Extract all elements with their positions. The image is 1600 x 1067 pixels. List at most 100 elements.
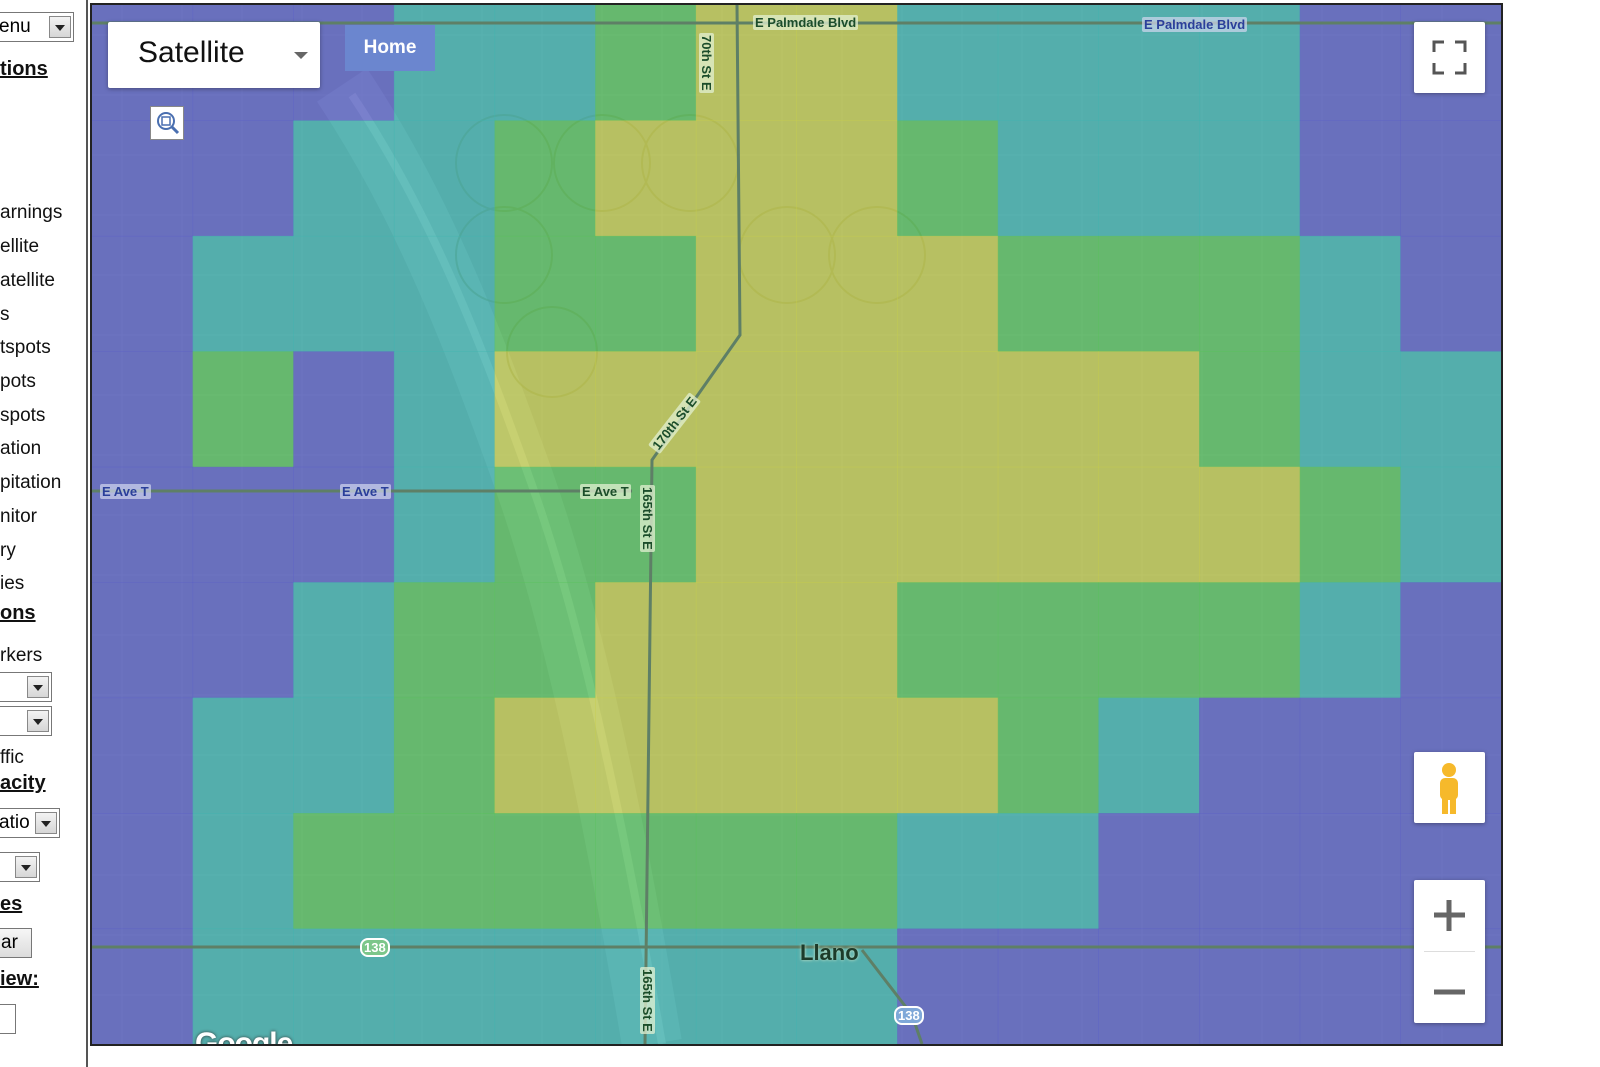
heatmap-cell (1199, 351, 1301, 468)
zoom-out-button[interactable] (1414, 952, 1485, 1023)
heatmap-cell (92, 697, 194, 814)
heatmap-cell (192, 351, 294, 468)
heatmap-cell (1098, 120, 1200, 237)
heatmap-cell (595, 235, 697, 352)
layer-item[interactable]: spots (0, 405, 45, 427)
map-canvas[interactable]: E Palmdale Blvd E Palmdale Blvd E Ave T … (90, 3, 1503, 1046)
heatmap-cell (1199, 697, 1301, 814)
highway-shield-138: 138 (894, 1006, 924, 1025)
google-logo: Google (195, 1027, 293, 1046)
opacity-select[interactable]: atio (0, 808, 60, 838)
layer-item[interactable]: pots (0, 371, 36, 393)
road-label-170th: 70th St E (699, 33, 714, 93)
home-button[interactable]: Home (345, 25, 435, 71)
road-label-165th: 165th St E (640, 967, 655, 1034)
heatmap-cell (1199, 466, 1301, 583)
heatmap-cell (293, 351, 395, 468)
heatmap-cell (1299, 235, 1401, 352)
layer-item[interactable]: pitation (0, 472, 61, 494)
heatmap-cell (595, 120, 697, 237)
heatmap-layer (92, 5, 1501, 1044)
heatmap-cell (1199, 813, 1301, 930)
heatmap-cell (393, 813, 496, 930)
secondary-select[interactable] (0, 852, 40, 882)
heatmap-cell (997, 697, 1099, 814)
heatmap-cell (293, 697, 395, 814)
map-type-dropdown[interactable]: Satellite (108, 22, 320, 88)
heatmap-cell (1098, 351, 1200, 468)
layer-item[interactable]: ies (0, 573, 24, 595)
layer-item[interactable]: nitor (0, 506, 37, 528)
heatmap-cell (997, 466, 1099, 583)
heatmap-cell (293, 813, 395, 930)
heatmap-cell (1299, 351, 1401, 468)
heatmap-cell (695, 813, 797, 930)
heatmap-cell (393, 697, 496, 814)
heatmap-cell (393, 235, 496, 352)
heatmap-cell (796, 235, 898, 352)
heatmap-cell (595, 697, 697, 814)
heatmap-cell (897, 582, 999, 699)
heatmap-cell (1299, 697, 1401, 814)
heatmap-cell (494, 813, 596, 930)
heatmap-cell (192, 466, 294, 583)
heatmap-cell (293, 235, 395, 352)
opacity-heading: acity (0, 772, 46, 794)
heatmap-cell (695, 466, 797, 583)
road-label-165th: 165th St E (640, 485, 655, 552)
heatmap-cell (494, 697, 596, 814)
heatmap-cell (897, 120, 999, 237)
heatmap-cell (393, 351, 496, 468)
page-margin (1503, 0, 1600, 1067)
zoom-box-button[interactable] (150, 106, 184, 140)
road-label-ave-t: E Ave T (580, 484, 631, 499)
overlay-select-a[interactable] (0, 672, 52, 702)
heatmap-cell (1400, 466, 1501, 583)
road-label-palmdale: E Palmdale Blvd (753, 15, 859, 30)
caret-down-icon (294, 52, 308, 59)
heatmap-cell (1199, 582, 1301, 699)
heatmap-cell (192, 697, 294, 814)
layer-item[interactable]: atellite (0, 270, 55, 292)
heatmap-cell (695, 120, 797, 237)
layer-item[interactable]: ry (0, 540, 16, 562)
heatmap-cell (92, 582, 194, 699)
sidebar-panel: enu tions arnings ellite atellite s tspo… (0, 0, 88, 1067)
chevron-down-icon (35, 812, 57, 834)
layer-item[interactable]: arnings (0, 202, 62, 224)
heatmap-cell (595, 582, 697, 699)
heatmap-cell (293, 582, 395, 699)
fullscreen-button[interactable] (1414, 22, 1485, 93)
heatmap-cell (997, 120, 1099, 237)
layer-item[interactable]: s (0, 304, 10, 326)
menu-select[interactable]: enu (0, 12, 74, 42)
chevron-down-icon (27, 710, 49, 732)
heatmap-cell (897, 813, 999, 930)
map-type-label: Satellite (138, 36, 245, 69)
clear-button[interactable]: ar (0, 928, 32, 958)
map-image (92, 5, 1501, 1044)
traffic-label[interactable]: ffic (0, 747, 24, 769)
view-select[interactable] (0, 1004, 16, 1034)
markers-label[interactable]: rkers (0, 645, 42, 667)
heatmap-cell (1199, 120, 1301, 237)
chevron-down-icon (49, 16, 71, 38)
heatmap-cell (796, 466, 898, 583)
heatmap-cell (796, 120, 898, 237)
layer-item[interactable]: ation (0, 438, 41, 460)
heatmap-cell (1400, 351, 1501, 468)
overlay-select-b[interactable] (0, 706, 52, 736)
heatmap-cell (796, 582, 898, 699)
street-view-pegman[interactable] (1414, 752, 1485, 823)
heatmap-cell (1098, 466, 1200, 583)
layer-item[interactable]: tspots (0, 337, 51, 359)
heatmap-cell (796, 351, 898, 468)
heatmap-cell (1400, 235, 1501, 352)
heatmap-cell (1098, 235, 1200, 352)
es-heading: es (0, 893, 23, 915)
layer-item[interactable]: ellite (0, 236, 39, 258)
heatmap-cell (494, 120, 596, 237)
plus-icon (1434, 900, 1465, 931)
heatmap-cell (1098, 697, 1200, 814)
zoom-in-button[interactable] (1414, 880, 1485, 951)
